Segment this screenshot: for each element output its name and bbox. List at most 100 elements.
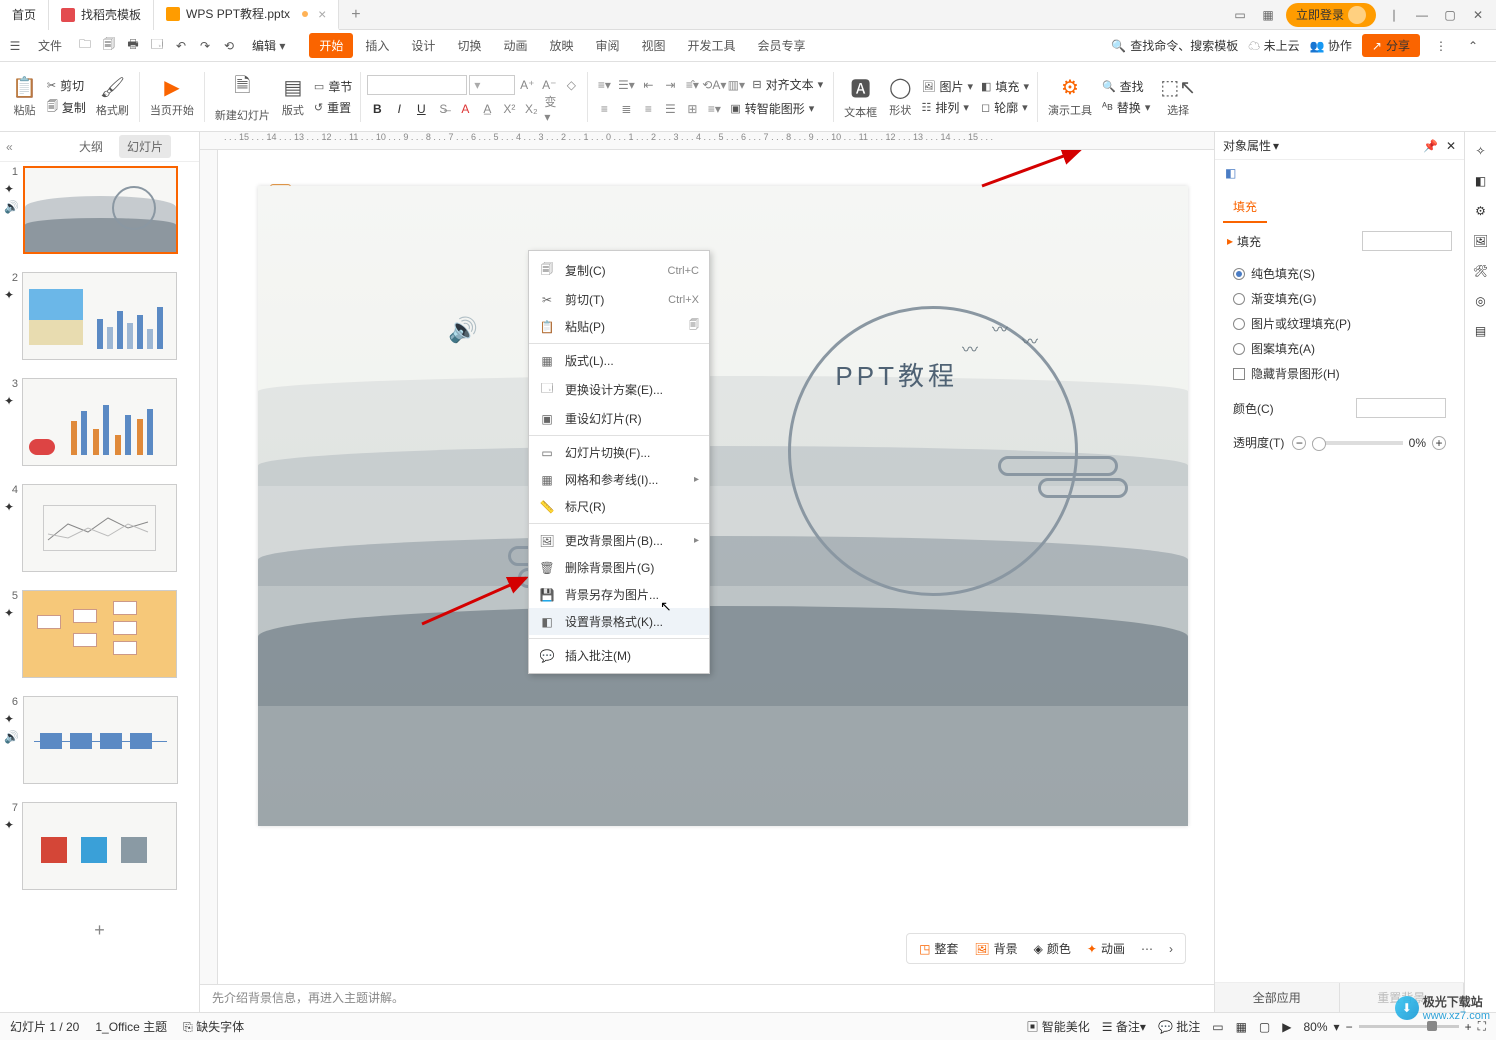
fill-tab[interactable]: 填充: [1223, 192, 1267, 223]
fill-category-icon[interactable]: ◧: [1225, 166, 1236, 180]
comments-toggle[interactable]: 💬 批注: [1158, 1018, 1200, 1035]
share-button[interactable]: ↗ 分享: [1362, 34, 1420, 57]
zoom-slider[interactable]: [1359, 1025, 1459, 1028]
smart-beautify[interactable]: ▣ 智能美化: [1026, 1018, 1089, 1035]
close-icon[interactable]: ×: [318, 6, 326, 22]
save-as-icon[interactable]: 🗐: [98, 35, 120, 57]
grid-icon[interactable]: ▭: [1230, 5, 1250, 25]
slides-tab[interactable]: 幻灯片: [119, 135, 171, 158]
tab-start[interactable]: 开始: [309, 33, 353, 58]
more-icon[interactable]: ⋮: [1430, 35, 1452, 57]
tab-review[interactable]: 审阅: [585, 33, 629, 58]
edit-dropdown[interactable]: 编辑 ▾: [242, 33, 295, 58]
print-preview-icon[interactable]: 🗔: [146, 35, 168, 57]
thumbnail-5[interactable]: 5✦: [4, 590, 195, 678]
thumbnail-1[interactable]: 1✦🔊: [4, 166, 195, 254]
font-size-combo[interactable]: ▾: [469, 75, 515, 95]
radio-pattern-fill[interactable]: 图案填充(A): [1227, 336, 1452, 361]
strike-icon[interactable]: S̶: [433, 99, 453, 119]
print-icon[interactable]: 🖶: [122, 35, 144, 57]
bb-anim[interactable]: ✦动画: [1081, 938, 1131, 959]
ctx-paste[interactable]: 📋粘贴(P)🗐: [529, 313, 709, 340]
ctx-insert-comment[interactable]: 💬插入批注(M): [529, 642, 709, 669]
color-field[interactable]: 颜色(C): [1227, 394, 1452, 422]
demo-tools-button[interactable]: ⚙演示工具: [1042, 66, 1098, 128]
find-button[interactable]: 🔍 查找: [1098, 77, 1154, 96]
ctx-change-bg[interactable]: 🖼更改背景图片(B)...▸: [529, 527, 709, 554]
section-button[interactable]: ▭ 章节: [310, 77, 356, 96]
format-painter-button[interactable]: 🖌格式刷: [90, 66, 135, 128]
smart-shape-button[interactable]: ▣ 转智能图形▾: [726, 99, 818, 118]
thumbnail-2[interactable]: 2✦: [4, 272, 195, 360]
indent-dec-icon[interactable]: ⇤: [638, 75, 658, 95]
new-tab-button[interactable]: +: [339, 6, 372, 24]
underline-icon[interactable]: U: [411, 99, 431, 119]
minus-icon[interactable]: −: [1292, 436, 1306, 450]
italic-icon[interactable]: I: [389, 99, 409, 119]
align-left-icon[interactable]: ≡: [594, 99, 614, 119]
slide-canvas[interactable]: PPT教程 〰 〰 〰 🔊: [258, 186, 1188, 826]
layers-icon[interactable]: ▤: [1475, 324, 1486, 338]
align-right-icon[interactable]: ≡: [638, 99, 658, 119]
ctx-save-bg[interactable]: 💾背景另存为图片...: [529, 581, 709, 608]
ctx-delete-bg[interactable]: 🗑删除背景图片(G): [529, 554, 709, 581]
arrange-button[interactable]: ☷ 排列▾: [918, 98, 978, 117]
tools-icon[interactable]: 🛠: [1473, 264, 1488, 278]
tab-member[interactable]: 会员专享: [748, 33, 816, 58]
notes-area[interactable]: 先介绍背景信息，再进入主题讲解。: [200, 984, 1214, 1012]
align-center-icon[interactable]: ≣: [616, 99, 636, 119]
ctx-cut[interactable]: ✂剪切(T)Ctrl+X: [529, 286, 709, 313]
plus-icon[interactable]: +: [1432, 436, 1446, 450]
clear-format-icon[interactable]: ◇: [561, 75, 581, 95]
tab-view[interactable]: 视图: [632, 33, 676, 58]
not-cloud[interactable]: ☁ 未上云: [1248, 37, 1299, 54]
maximize-icon[interactable]: ▢: [1440, 5, 1460, 25]
columns-icon[interactable]: ▥▾: [726, 75, 746, 95]
tab-transition[interactable]: 切换: [447, 33, 491, 58]
subscript-icon[interactable]: X₂: [521, 99, 541, 119]
opacity-slider[interactable]: [1312, 441, 1402, 445]
tab-animation[interactable]: 动画: [493, 33, 537, 58]
missing-font[interactable]: ⎘ 缺失字体: [183, 1018, 244, 1035]
indent-inc-icon[interactable]: ⇥: [660, 75, 680, 95]
fill-button[interactable]: ◧ 填充▾: [977, 77, 1033, 96]
color-picker[interactable]: [1356, 398, 1446, 418]
tab-design[interactable]: 设计: [401, 33, 445, 58]
radio-gradient-fill[interactable]: 渐变填充(G): [1227, 286, 1452, 311]
gear-icon[interactable]: ⚙: [1475, 204, 1486, 218]
vertical-align-icon[interactable]: ≡▾: [704, 99, 724, 119]
outline-button[interactable]: ◻ 轮廓▾: [977, 98, 1033, 117]
highlight-icon[interactable]: A̲: [477, 99, 497, 119]
bb-bg[interactable]: 🖼背景: [968, 938, 1023, 959]
refresh-icon[interactable]: ⟲: [218, 35, 240, 57]
paste-button[interactable]: 📋粘贴: [6, 66, 43, 128]
ctx-ruler[interactable]: 📏标尺(R): [529, 493, 709, 520]
ctx-copy[interactable]: 🗐复制(C)Ctrl+C: [529, 255, 709, 286]
transform-icon[interactable]: ◎: [1475, 294, 1485, 308]
zoom-out-icon[interactable]: −: [1346, 1020, 1353, 1034]
collapse-ribbon-icon[interactable]: ⌃: [1462, 35, 1484, 57]
reset-button[interactable]: ↺ 重置: [310, 98, 356, 117]
fill-preview-swatch[interactable]: [1362, 231, 1452, 251]
redo-icon[interactable]: ↷: [194, 35, 216, 57]
replace-button[interactable]: ᴬʙ 替换▾: [1098, 98, 1154, 117]
new-slide-button[interactable]: 🗎新建幻灯片: [209, 66, 276, 128]
fill-section-header[interactable]: ▸ 填充: [1227, 231, 1452, 251]
clip-icon[interactable]: 🖼: [1473, 234, 1488, 248]
tab-devtools[interactable]: 开发工具: [678, 33, 746, 58]
bb-next[interactable]: ›: [1163, 940, 1179, 958]
tab-docker-templates[interactable]: 找稻壳模板: [49, 0, 154, 30]
collapse-thumbs-icon[interactable]: «: [6, 140, 13, 154]
save-icon[interactable]: 🗀: [74, 35, 96, 57]
select-button[interactable]: ⬚↖选择: [1154, 66, 1202, 128]
numbering-icon[interactable]: ☰▾: [616, 75, 636, 95]
radio-picture-fill[interactable]: 图片或纹理填充(P): [1227, 311, 1452, 336]
sparkle-icon[interactable]: ✧: [1475, 144, 1485, 158]
bold-icon[interactable]: B: [367, 99, 387, 119]
add-slide-button[interactable]: +: [4, 908, 195, 953]
tab-document[interactable]: WPS PPT教程.pptx×: [154, 0, 339, 30]
check-hide-bg[interactable]: 隐藏背景图形(H): [1227, 361, 1452, 386]
distribute-icon[interactable]: ⊞: [682, 99, 702, 119]
radio-solid-fill[interactable]: 纯色填充(S): [1227, 261, 1452, 286]
cut-button[interactable]: ✂ 剪切: [43, 76, 90, 95]
